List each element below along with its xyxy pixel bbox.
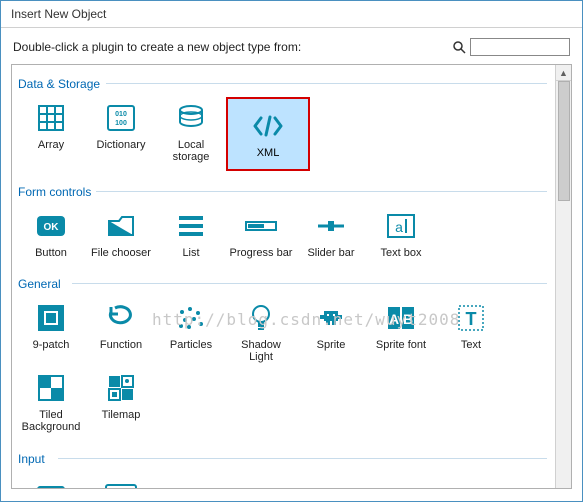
tile-list[interactable]: List	[156, 205, 226, 263]
tile-label: Sprite font	[376, 339, 426, 351]
scrollbar[interactable]: ▲	[555, 65, 571, 488]
tile-label: Text	[461, 339, 481, 351]
search-input[interactable]	[470, 38, 570, 56]
tile-function[interactable]: Function	[86, 297, 156, 367]
spritefont-icon: AB	[383, 301, 419, 335]
tile-label: Tilemap	[102, 409, 141, 421]
tiles-form-controls: OK Button File chooser List Pr	[16, 201, 551, 273]
svg-text:010: 010	[115, 111, 127, 118]
scroll-thumb[interactable]	[558, 81, 570, 201]
storage-icon	[173, 101, 209, 135]
tile-text-box[interactable]: a Text box	[366, 205, 436, 263]
tile-label: Slider bar	[307, 247, 354, 259]
tile-label: Local storage	[158, 139, 224, 163]
tile-nine-patch[interactable]: 9-patch	[16, 297, 86, 367]
tiles-data-storage: Array 010100 Dictionary Local storage XM…	[16, 93, 551, 181]
content-panel: Data & Storage Array 010100 Dictionary L…	[11, 64, 572, 489]
svg-text:T: T	[466, 309, 477, 329]
tile-array[interactable]: Array	[16, 97, 86, 171]
tile-label: Progress bar	[230, 247, 293, 259]
tilemap-icon	[103, 371, 139, 405]
scroll-up-arrow[interactable]: ▲	[556, 65, 571, 81]
grid-icon	[33, 101, 69, 135]
svg-text:B: B	[403, 311, 413, 327]
tile-label: Tiled Background	[18, 409, 84, 433]
section-header-input: Input	[16, 448, 551, 468]
svg-text:OK: OK	[44, 222, 60, 233]
section-header-general: General	[16, 273, 551, 293]
tile-gamepad[interactable]	[16, 472, 86, 488]
lightbulb-icon	[243, 301, 279, 335]
tile-text[interactable]: T Text	[436, 297, 506, 367]
svg-text:A: A	[389, 311, 399, 327]
tile-label: Dictionary	[97, 139, 146, 151]
tile-keyboard[interactable]	[86, 472, 156, 488]
binary-icon: 010100	[103, 101, 139, 135]
tile-label: Shadow Light	[228, 339, 294, 363]
ninepatch-icon	[33, 301, 69, 335]
svg-text:a: a	[395, 219, 403, 235]
tile-tilemap[interactable]: Tilemap	[86, 367, 156, 437]
svg-text:100: 100	[115, 120, 127, 127]
tile-slider-bar[interactable]: Slider bar	[296, 205, 366, 263]
tile-particles[interactable]: Particles	[156, 297, 226, 367]
code-icon	[250, 109, 286, 143]
folder-icon	[103, 209, 139, 243]
tile-button[interactable]: OK Button	[16, 205, 86, 263]
section-header-data-storage: Data & Storage	[16, 73, 551, 93]
keyboard-icon	[103, 476, 139, 488]
gamepad-icon	[33, 476, 69, 488]
list-icon	[173, 209, 209, 243]
tile-label: Function	[100, 339, 142, 351]
tile-shadow-light[interactable]: Shadow Light	[226, 297, 296, 367]
tiles-general: 9-patch Function Particles Shadow Light	[16, 293, 551, 447]
tile-label: File chooser	[91, 247, 151, 259]
slider-icon	[313, 209, 349, 243]
tile-label: Button	[35, 247, 67, 259]
ok-icon: OK	[33, 209, 69, 243]
tile-tiled-background[interactable]: Tiled Background	[16, 367, 86, 437]
search-icon	[452, 40, 466, 54]
tile-xml[interactable]: XML	[226, 97, 310, 171]
function-icon	[103, 301, 139, 335]
instruction-row: Double-click a plugin to create a new ob…	[1, 28, 582, 64]
tile-sprite[interactable]: Sprite	[296, 297, 366, 367]
tile-label: List	[182, 247, 199, 259]
tile-sprite-font[interactable]: AB Sprite font	[366, 297, 436, 367]
tile-local-storage[interactable]: Local storage	[156, 97, 226, 171]
tile-label: Text box	[381, 247, 422, 259]
tile-label: Particles	[170, 339, 212, 351]
instruction-text: Double-click a plugin to create a new ob…	[13, 40, 452, 54]
window-titlebar: Insert New Object	[1, 1, 582, 28]
tile-progress-bar[interactable]: Progress bar	[226, 205, 296, 263]
tile-file-chooser[interactable]: File chooser	[86, 205, 156, 263]
window-title: Insert New Object	[11, 7, 106, 21]
progress-icon	[243, 209, 279, 243]
particles-icon	[173, 301, 209, 335]
tile-label: Sprite	[317, 339, 346, 351]
search-wrap	[452, 38, 570, 56]
tiles-input	[16, 468, 551, 488]
text-icon: T	[453, 301, 489, 335]
content-scroll: Data & Storage Array 010100 Dictionary L…	[12, 65, 555, 488]
section-header-form-controls: Form controls	[16, 181, 551, 201]
tile-label: Array	[38, 139, 64, 151]
tiledbg-icon	[33, 371, 69, 405]
tile-label: XML	[257, 147, 280, 159]
textbox-icon: a	[383, 209, 419, 243]
tile-label: 9-patch	[33, 339, 70, 351]
sprite-icon	[313, 301, 349, 335]
tile-dictionary[interactable]: 010100 Dictionary	[86, 97, 156, 171]
